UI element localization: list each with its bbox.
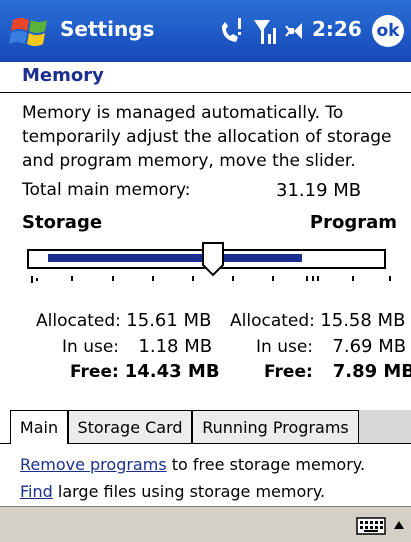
program-allocated-row: Allocated: 15.58 MB bbox=[230, 310, 405, 331]
tab-running-programs[interactable]: Running Programs bbox=[192, 410, 359, 443]
storage-free-value: 14.43 MB bbox=[124, 361, 220, 382]
program-label: Program bbox=[309, 212, 397, 233]
find-files-line: Find large files using storage memory. bbox=[20, 482, 325, 501]
program-inuse-row: In use: 7.69 MB bbox=[256, 336, 406, 357]
program-allocated-label: Allocated: bbox=[230, 311, 315, 331]
windows-start-icon[interactable] bbox=[9, 14, 53, 50]
program-free-value: 7.89 MB bbox=[332, 361, 411, 382]
bottom-bar bbox=[0, 506, 411, 542]
tab-strip-filler bbox=[359, 410, 411, 443]
remove-programs-line: Remove programs to free storage memory. bbox=[20, 455, 365, 474]
program-inuse-label: In use: bbox=[256, 337, 314, 357]
storage-free-label: Free: bbox=[70, 362, 119, 382]
keyboard-icon[interactable] bbox=[356, 517, 386, 535]
storage-inuse-row: In use: 1.18 MB bbox=[62, 336, 212, 357]
program-free-label: Free: bbox=[264, 362, 313, 382]
storage-label: Storage bbox=[22, 212, 103, 233]
slider-thumb[interactable] bbox=[201, 241, 225, 277]
find-files-text: large files using storage memory. bbox=[52, 482, 326, 501]
phone-call-icon[interactable] bbox=[218, 14, 244, 48]
find-link[interactable]: Find bbox=[20, 482, 53, 501]
slider-fill bbox=[48, 254, 302, 262]
storage-free-row: Free: 14.43 MB bbox=[70, 361, 220, 382]
tab-main[interactable]: Main bbox=[10, 410, 68, 444]
signal-antenna-icon[interactable] bbox=[252, 14, 278, 48]
ok-button[interactable]: ok bbox=[372, 15, 404, 47]
window-title: Settings bbox=[60, 17, 155, 41]
total-memory-value: 31.19 MB bbox=[276, 180, 362, 201]
storage-allocated-value: 15.61 MB bbox=[126, 310, 212, 331]
title-bar: Settings 2:26 ok bbox=[0, 0, 411, 62]
page-title: Memory bbox=[22, 65, 104, 86]
storage-inuse-value: 1.18 MB bbox=[138, 336, 213, 357]
storage-allocated-row: Allocated: 15.61 MB bbox=[36, 310, 211, 331]
section-header: Memory bbox=[0, 62, 411, 93]
arrow-up-icon[interactable] bbox=[394, 521, 404, 529]
instructions-text: Memory is managed automatically. To temp… bbox=[22, 103, 392, 171]
storage-inuse-label: In use: bbox=[62, 337, 120, 357]
program-inuse-value: 7.69 MB bbox=[332, 336, 407, 357]
remove-programs-text: to free storage memory. bbox=[166, 455, 366, 474]
program-allocated-value: 15.58 MB bbox=[320, 310, 406, 331]
clock[interactable]: 2:26 bbox=[312, 17, 362, 41]
volume-icon[interactable] bbox=[284, 14, 310, 48]
program-free-row: Free: 7.89 MB bbox=[264, 361, 411, 382]
storage-allocated-label: Allocated: bbox=[36, 311, 121, 331]
total-memory-label: Total main memory: bbox=[22, 180, 191, 200]
slider-ticks bbox=[31, 276, 391, 283]
remove-programs-link[interactable]: Remove programs bbox=[20, 455, 167, 474]
tab-storage-card[interactable]: Storage Card bbox=[68, 410, 192, 443]
